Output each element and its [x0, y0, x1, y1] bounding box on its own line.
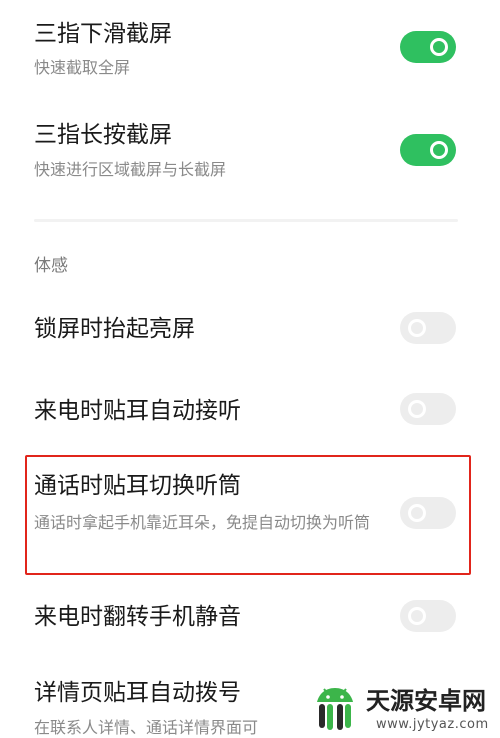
setting-row-three-finger-hold[interactable]: 三指长按截屏 快速进行区域截屏与长截屏	[0, 100, 500, 200]
setting-subtitle: 快速截取全屏	[34, 58, 131, 77]
toggle-knob	[408, 319, 426, 337]
flip-mute-toggle[interactable]	[400, 600, 456, 632]
setting-title: 来电时翻转手机静音	[34, 604, 241, 630]
android-logo-icon	[317, 688, 353, 730]
setting-row-three-finger-swipe[interactable]: 三指下滑截屏 快速截取全屏	[0, 0, 500, 100]
setting-title: 来电时贴耳自动接听	[34, 398, 241, 424]
watermark-name: 天源安卓网	[366, 687, 486, 715]
setting-row-flip-mute[interactable]: 来电时翻转手机静音	[0, 582, 500, 658]
setting-title: 锁屏时抬起亮屏	[34, 316, 195, 342]
setting-row-raise-to-wake[interactable]: 锁屏时抬起亮屏	[0, 290, 500, 366]
setting-title: 详情页贴耳自动拨号	[34, 680, 241, 706]
watermark: 天源安卓网 www.jytyaz.com	[310, 684, 500, 738]
setting-title: 三指长按截屏	[34, 122, 172, 148]
raise-to-wake-toggle[interactable]	[400, 312, 456, 344]
three-finger-hold-toggle[interactable]	[400, 134, 456, 166]
setting-row-auto-answer[interactable]: 来电时贴耳自动接听	[0, 372, 500, 448]
toggle-knob	[430, 141, 448, 159]
toggle-knob	[408, 607, 426, 625]
setting-subtitle: 快速进行区域截屏与长截屏	[34, 160, 227, 179]
auto-answer-toggle[interactable]	[400, 393, 456, 425]
section-divider	[34, 219, 458, 222]
three-finger-swipe-toggle[interactable]	[400, 31, 456, 63]
setting-subtitle: 在联系人详情、通话详情界面可	[34, 718, 259, 737]
watermark-url: www.jytyaz.com	[376, 717, 489, 732]
setting-title: 三指下滑截屏	[34, 21, 172, 47]
highlight-annotation-box	[25, 455, 471, 575]
toggle-knob	[408, 400, 426, 418]
toggle-knob	[430, 38, 448, 56]
section-header: 体感	[34, 256, 68, 276]
